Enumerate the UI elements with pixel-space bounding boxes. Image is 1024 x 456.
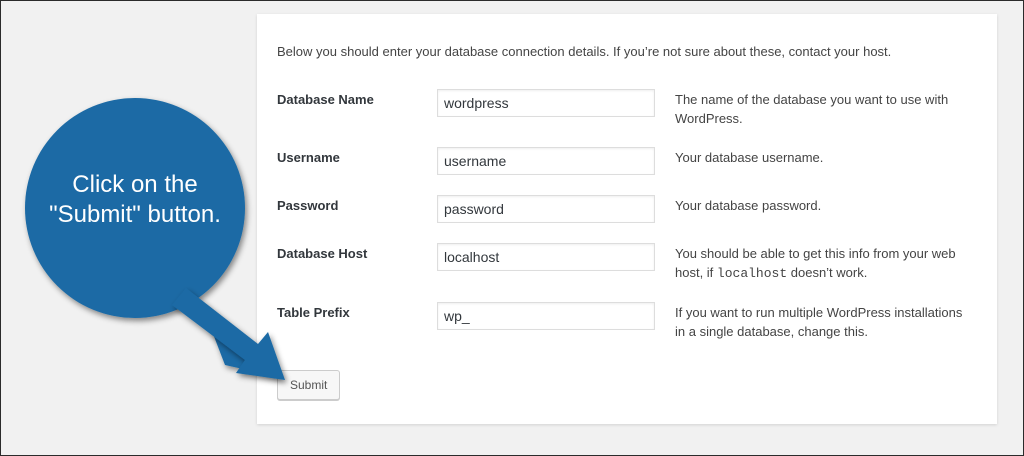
arrow-icon	[172, 288, 285, 380]
callout-text: Click on the "Submit" button.	[49, 171, 221, 228]
